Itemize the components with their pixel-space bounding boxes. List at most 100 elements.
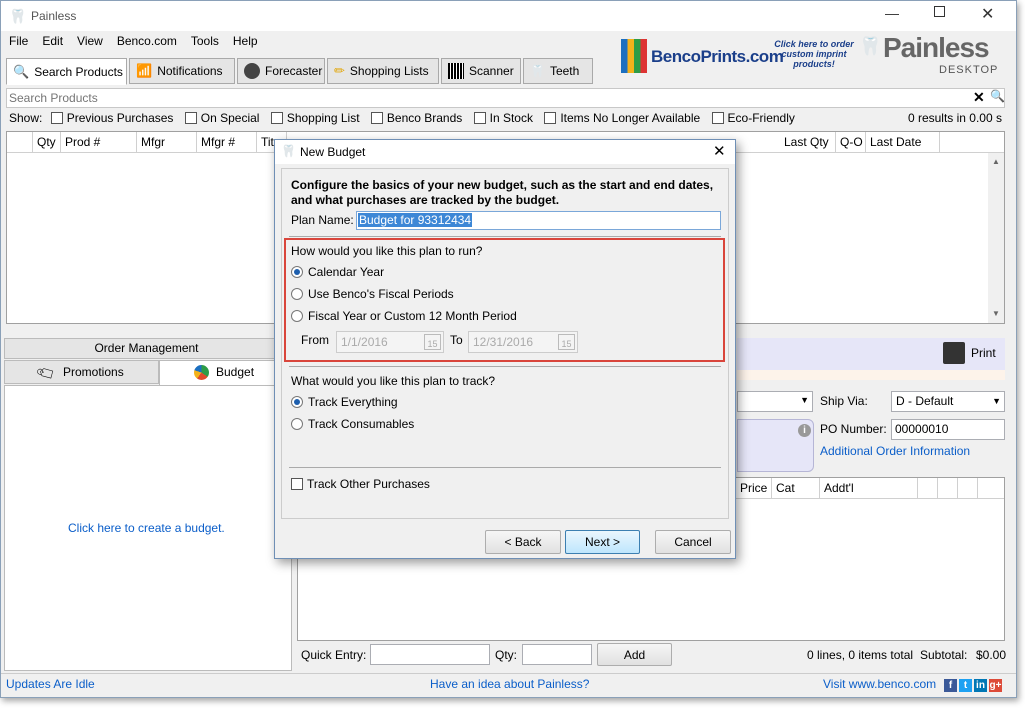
updates-status[interactable]: Updates Are Idle xyxy=(6,677,95,691)
grid-col-mfgr-num[interactable]: Mfgr # xyxy=(197,132,257,152)
scroll-down-icon[interactable]: ▼ xyxy=(992,309,1000,318)
menu-help[interactable]: Help xyxy=(233,34,258,48)
radio-button[interactable] xyxy=(291,418,303,430)
order-col-cat[interactable]: Cat xyxy=(772,478,820,498)
print-label[interactable]: Print xyxy=(971,346,996,360)
order-management-tab[interactable]: Order Management xyxy=(4,338,289,359)
search-input[interactable] xyxy=(9,90,949,106)
checkbox[interactable] xyxy=(184,112,197,124)
vendor-dropdown[interactable]: ▼ xyxy=(737,391,813,412)
filter-eco-friendly[interactable]: Eco-Friendly xyxy=(711,111,795,125)
order-note-box: i xyxy=(737,419,814,472)
close-button[interactable]: ✕ xyxy=(981,4,994,24)
checkbox[interactable] xyxy=(711,112,724,124)
grid-col-last-date[interactable]: Last Date xyxy=(866,132,940,152)
quick-entry-input[interactable] xyxy=(370,644,490,665)
checkbox[interactable] xyxy=(544,112,557,124)
next-button[interactable]: Next > xyxy=(565,530,640,554)
search-box[interactable]: ✕ 🔍 xyxy=(6,88,1005,108)
create-budget-link[interactable]: Click here to create a budget. xyxy=(68,521,225,535)
radio-button[interactable] xyxy=(291,266,303,278)
tab-search-products[interactable]: 🔍 Search Products xyxy=(6,58,127,85)
dialog-close-button[interactable]: ✕ xyxy=(713,142,726,160)
benco-prints-banner[interactable]: BencoPrints.com xyxy=(621,37,784,77)
radio-track-everything[interactable]: Track Everything xyxy=(291,395,398,409)
checkbox[interactable] xyxy=(270,112,283,124)
filter-on-special[interactable]: On Special xyxy=(184,111,259,125)
track-other-purchases[interactable]: Track Other Purchases xyxy=(291,477,430,491)
checkbox[interactable] xyxy=(291,478,303,490)
new-budget-dialog: 🦷 New Budget ✕ Configure the basics of y… xyxy=(274,139,736,559)
linkedin-icon[interactable]: in xyxy=(974,679,987,692)
title-bar: 🦷 Painless — ✕ xyxy=(1,1,1016,31)
idea-link[interactable]: Have an idea about Painless? xyxy=(430,677,589,691)
clear-search-icon[interactable]: ✕ xyxy=(973,89,985,106)
filter-in-stock[interactable]: In Stock xyxy=(473,111,533,125)
order-col-price[interactable]: Price xyxy=(736,478,772,498)
pie-chart-icon xyxy=(194,365,209,380)
checkbox[interactable] xyxy=(473,112,486,124)
grid-col-qty[interactable]: Qty xyxy=(33,132,61,152)
menu-file[interactable]: File xyxy=(9,34,28,48)
radio-button[interactable] xyxy=(291,288,303,300)
divider xyxy=(289,236,721,237)
menu-edit[interactable]: Edit xyxy=(42,34,63,48)
additional-order-info-link[interactable]: Additional Order Information xyxy=(820,444,970,458)
barcode-icon xyxy=(448,63,464,79)
tooth-logo-icon: 🦷 xyxy=(859,36,882,56)
ship-via-select[interactable]: D - Default ▼ xyxy=(891,391,1005,412)
promotions-tab[interactable]: 🏷 Promotions xyxy=(4,360,159,384)
radio-track-consumables[interactable]: Track Consumables xyxy=(291,417,414,431)
budget-tab[interactable]: Budget xyxy=(159,360,289,385)
filter-no-longer-available[interactable]: Items No Longer Available xyxy=(544,111,700,125)
tab-scanner[interactable]: Scanner xyxy=(441,58,521,84)
tab-teeth[interactable]: 🦷 Teeth xyxy=(523,58,593,84)
dropdown-arrow-icon: ▼ xyxy=(800,395,809,405)
cancel-button[interactable]: Cancel xyxy=(655,530,731,554)
facebook-icon[interactable]: f xyxy=(944,679,957,692)
checkbox[interactable] xyxy=(50,112,63,124)
banner-promo[interactable]: Click here to order custom imprint produ… xyxy=(772,39,856,69)
quick-entry-label: Quick Entry: xyxy=(301,648,367,662)
radio-custom-period[interactable]: Fiscal Year or Custom 12 Month Period xyxy=(291,309,517,323)
filter-shopping-list[interactable]: Shopping List xyxy=(270,111,360,125)
search-icon[interactable]: 🔍 xyxy=(990,89,1005,103)
tag-icon: 🏷 xyxy=(34,361,58,385)
plan-name-input[interactable]: Budget for 93312434 xyxy=(356,211,721,230)
tab-notifications[interactable]: 📶 Notifications xyxy=(129,58,235,84)
tab-label: Search Products xyxy=(34,64,123,79)
order-col-blank xyxy=(938,478,958,498)
radio-button[interactable] xyxy=(291,310,303,322)
grid-col-prod[interactable]: Prod # xyxy=(61,132,137,152)
grid-col-qo[interactable]: Q-O xyxy=(836,132,866,152)
scroll-up-icon[interactable]: ▲ xyxy=(992,157,1000,166)
tab-label: Shopping Lists xyxy=(349,64,429,78)
painless-logo: 🦷 Painless DESKTOP xyxy=(859,32,1011,78)
visit-benco-link[interactable]: Visit www.benco.com xyxy=(823,677,936,691)
checkbox[interactable] xyxy=(370,112,383,124)
radio-fiscal-periods[interactable]: Use Benco's Fiscal Periods xyxy=(291,287,454,301)
google-plus-icon[interactable]: g+ xyxy=(989,679,1002,692)
grid-col-mfgr[interactable]: Mfgr xyxy=(137,132,197,152)
filter-previous-purchases[interactable]: Previous Purchases xyxy=(50,111,173,125)
grid-col-blank xyxy=(7,132,33,152)
maximize-button[interactable] xyxy=(934,6,945,17)
grid-col-last-qty[interactable]: Last Qty xyxy=(780,132,836,152)
info-icon[interactable]: i xyxy=(798,424,811,437)
filter-benco-brands[interactable]: Benco Brands xyxy=(370,111,462,125)
minimize-button[interactable]: — xyxy=(885,5,899,21)
back-button[interactable]: < Back xyxy=(485,530,561,554)
po-number-input[interactable]: 00000010 xyxy=(891,419,1005,440)
radio-button[interactable] xyxy=(291,396,303,408)
menu-view[interactable]: View xyxy=(77,34,103,48)
radio-calendar-year[interactable]: Calendar Year xyxy=(291,265,384,279)
tab-shopping-lists[interactable]: ✏ Shopping Lists xyxy=(327,58,439,84)
twitter-icon[interactable]: t xyxy=(959,679,972,692)
add-button[interactable]: Add xyxy=(597,643,672,666)
qty-input[interactable] xyxy=(522,644,592,665)
menu-benco[interactable]: Benco.com xyxy=(117,34,177,48)
tab-forecaster[interactable]: Forecaster xyxy=(237,58,325,84)
grid-scrollbar[interactable]: ▲ ▼ xyxy=(988,153,1004,323)
order-col-addtl[interactable]: Addt'l xyxy=(820,478,918,498)
menu-tools[interactable]: Tools xyxy=(191,34,219,48)
